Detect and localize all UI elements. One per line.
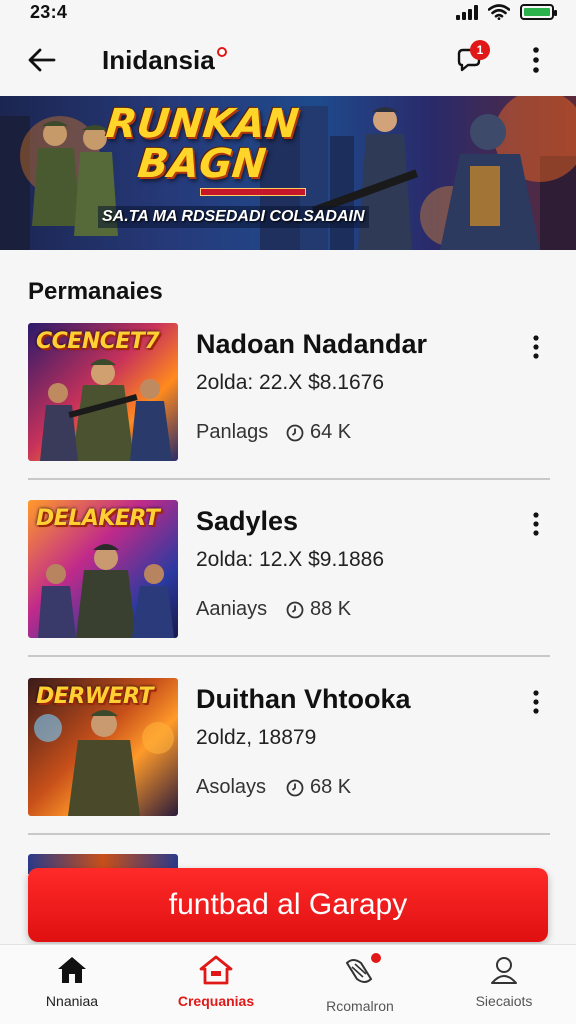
app-actions: 1 (450, 40, 556, 80)
bottom-nav: Nnaniaa Crequanias Rcomalron Siecaiots (0, 944, 576, 1024)
nav-item-store[interactable]: Crequanias (144, 945, 288, 1024)
item-thumbnail: DERWERT (28, 678, 178, 816)
profile-icon (491, 957, 517, 984)
divider (28, 833, 550, 835)
primary-cta-button[interactable]: funtbad al Garapy (28, 868, 548, 942)
page-title-wrap: Inidansia (102, 44, 227, 76)
battery-icon (520, 4, 557, 20)
item-count: 68 K (286, 776, 351, 799)
thumbnail-title: DERWERT (36, 684, 153, 709)
nav-label: Rcomalron (326, 998, 394, 1014)
clock-icon (286, 424, 304, 441)
item-thumbnail: CCENCET7 (28, 323, 178, 461)
thumbnail-title: DELAKERT (36, 506, 160, 531)
nav-label: Crequanias (177, 993, 255, 1009)
item-count-value: 68 K (310, 776, 352, 798)
list-item[interactable]: DELAKERT Sadyles 2olda: 12.X $9.1886 Aan… (28, 500, 550, 640)
home-icon (58, 957, 86, 983)
item-more-button[interactable] (522, 688, 550, 716)
app-bar: Inidansia 1 (0, 26, 576, 94)
nav-item-profile[interactable]: Siecaiots (432, 945, 576, 1024)
back-button[interactable] (20, 38, 64, 82)
notifications-button[interactable]: 1 (450, 40, 490, 80)
clock-icon (286, 601, 304, 618)
item-more-button[interactable] (522, 333, 550, 361)
status-time: 23:4 (30, 1, 68, 22)
promo-banner[interactable]: RUNKAN BAGN SA.TA MA RDSEDADI COLSADAIN (0, 96, 576, 250)
item-type: Panlags (196, 421, 269, 443)
banner-title: RUNKAN BAGN (100, 101, 301, 187)
item-count: 88 K (286, 598, 351, 621)
item-name: Sadyles (196, 506, 299, 536)
nav-label: Siecaiots (475, 993, 533, 1009)
section-title: Permanaies (28, 278, 163, 305)
item-thumbnail: DELAKERT (28, 500, 178, 638)
item-name: Nadoan Nadandar (196, 329, 428, 359)
item-type: Asolays (196, 776, 267, 798)
status-bar: 23:4 (0, 0, 576, 24)
banner-title-line2: BAGN (135, 141, 269, 187)
item-count-value: 64 K (310, 421, 352, 443)
item-more-button[interactable] (522, 510, 550, 538)
thumbnail-title: CCENCET7 (36, 329, 160, 354)
notification-badge: 1 (470, 40, 490, 60)
nav-label: Nnaniaa (45, 993, 99, 1009)
banner-tagline: SA.TA MA RDSEDADI COLSADAIN (98, 206, 369, 228)
divider (28, 655, 550, 657)
more-options-button[interactable] (516, 40, 556, 80)
banner-title-line1: RUNKAN (103, 101, 301, 147)
kebab-menu-icon (533, 335, 539, 359)
page-title: Inidansia (102, 44, 215, 75)
nav-item-home[interactable]: Nnaniaa (0, 945, 144, 1024)
kebab-menu-icon (533, 512, 539, 536)
item-type: Aaniays (196, 598, 268, 620)
item-price: 2olda: 12.X $9.1886 (196, 548, 384, 571)
item-count-value: 88 K (310, 598, 352, 620)
signal-icon (456, 4, 478, 20)
chat-dot-icon (371, 953, 381, 963)
clock-icon (286, 779, 304, 796)
list-item[interactable]: DERWERT Duithan Vhtooka 2oldz, 18879 Aso… (28, 678, 550, 818)
item-count: 64 K (286, 421, 351, 444)
list-item[interactable]: CCENCET7 Nadoan Nadandar 2olda: 22.X $8.… (28, 323, 550, 463)
nav-item-chat[interactable]: Rcomalron (288, 945, 432, 1024)
store-icon (199, 955, 233, 985)
kebab-menu-icon (533, 690, 539, 714)
banner-red-stripe (200, 188, 306, 196)
kebab-menu-icon (533, 47, 539, 73)
chat-icon-wrap (343, 953, 381, 990)
item-price: 2olda: 22.X $8.1676 (196, 371, 384, 394)
status-icons (456, 4, 557, 20)
wifi-icon (488, 4, 510, 20)
title-dot-icon (216, 46, 227, 57)
back-arrow-icon (28, 48, 56, 72)
item-name: Duithan Vhtooka (196, 684, 411, 714)
divider (28, 478, 550, 480)
item-price: 2oldz, 18879 (196, 726, 317, 749)
